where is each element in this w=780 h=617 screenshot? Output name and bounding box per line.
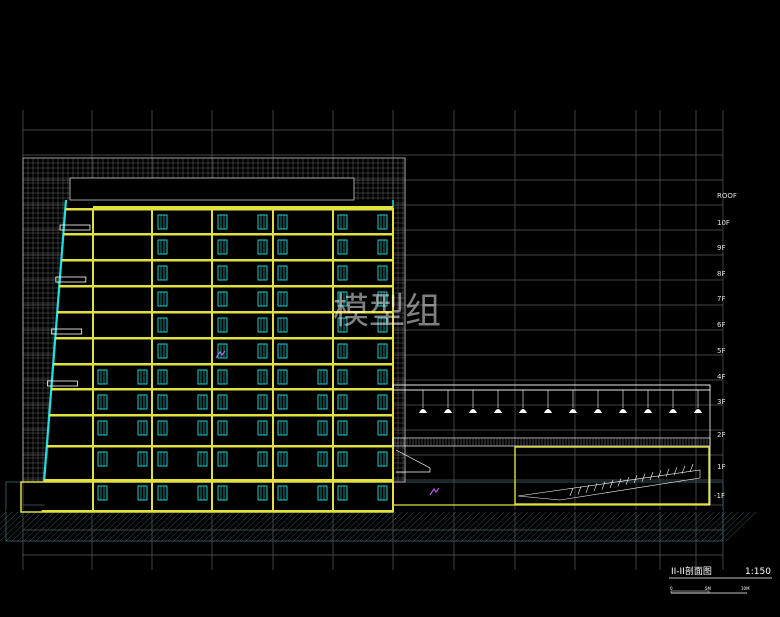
level-label-4f: 4F <box>717 373 725 381</box>
level-label-2f: 2F <box>717 431 725 439</box>
level-label-6f: 6F <box>717 321 725 329</box>
section-drawing-canvas: ROOF 10F 9F 8F 7F 6F 5F 4F 3F 2F 1F -1F 模型组 II-II剖面… <box>0 0 780 617</box>
level-label-7f: 7F <box>717 295 725 303</box>
roof-slab <box>93 206 393 208</box>
level-label-10f: 10F <box>717 219 730 227</box>
structural-column <box>211 208 213 512</box>
structural-column <box>272 208 274 512</box>
structural-column <box>392 208 394 512</box>
floor-slab <box>65 208 394 211</box>
level-label-8f: 8F <box>717 270 725 278</box>
floor-slab <box>49 414 394 417</box>
structural-column <box>332 208 334 512</box>
level-label-5f: 5F <box>717 347 725 355</box>
floor-slab <box>51 388 393 391</box>
structural-column <box>92 208 94 512</box>
level-label--1f: -1F <box>714 492 725 500</box>
floor-slab <box>61 259 393 262</box>
scale-bar-label-5m: 5M <box>705 586 712 591</box>
level-label-roof: ROOF <box>717 192 737 200</box>
floor-slab <box>44 479 394 482</box>
floor-slab <box>55 337 393 340</box>
level-label-1f: 1F <box>717 463 725 471</box>
mesh-mask <box>44 200 393 512</box>
level-label-9f: 9F <box>717 244 725 252</box>
floor-slab <box>53 363 394 366</box>
floor-slab <box>63 233 394 236</box>
drawing-scale: 1:150 <box>745 567 771 577</box>
scale-bar-label-10m: 10M <box>741 586 750 591</box>
level-label-3f: 3F <box>717 398 725 406</box>
structural-column <box>151 208 153 512</box>
floor-slab <box>59 285 393 288</box>
floor-slab <box>46 445 393 448</box>
glass-facade-mesh <box>22 157 406 512</box>
drawing-title: II-II剖面图 <box>671 565 712 577</box>
roof-parapet <box>69 177 355 201</box>
watermark-text: 模型组 <box>333 291 441 332</box>
